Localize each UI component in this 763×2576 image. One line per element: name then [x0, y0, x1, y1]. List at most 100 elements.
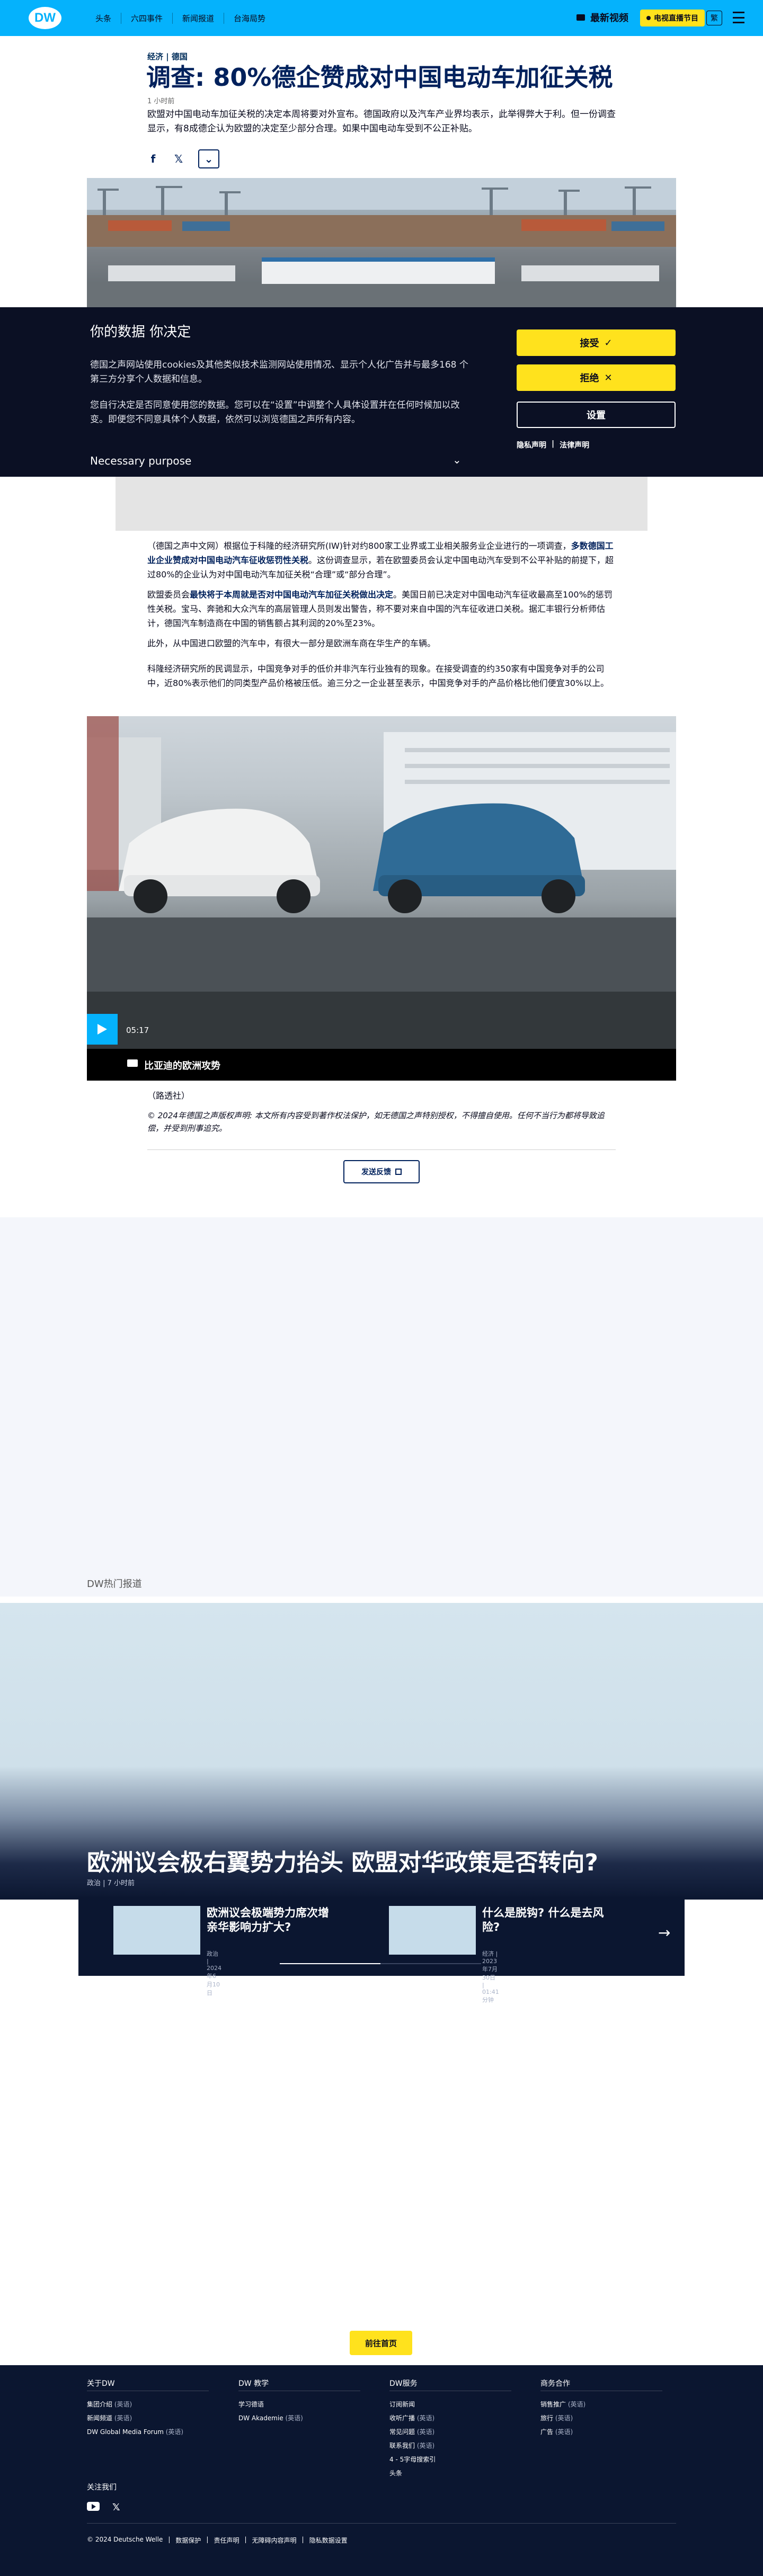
language-button[interactable]: 繁 [706, 11, 722, 25]
footer-link[interactable]: DW Global Media Forum (英语) [87, 2427, 209, 2436]
external-link-icon [395, 1169, 402, 1175]
youtube-icon[interactable] [87, 2502, 100, 2511]
follow-us-label: 关注我们 [87, 2483, 117, 2492]
check-icon: ✓ [604, 337, 613, 349]
body-paragraph-4: 科隆经济研究所的民调显示，中国竞争对手的低价并非汽车行业独有的现象。在接受调查的… [147, 664, 609, 688]
live-tv-label: 电视直播节目 [654, 14, 698, 23]
carousel-thumbnail [389, 1906, 476, 1955]
feedback-button[interactable]: 发送反馈 [343, 1160, 420, 1183]
privacy-settings-link[interactable]: 隐私数据设置 [309, 2536, 348, 2545]
hero-image [87, 178, 676, 310]
carousel-item-title: 欧洲议会极端势力席次增 亲华影响力扩大? [207, 1906, 329, 1934]
home-button[interactable]: 前往首页 [350, 2331, 412, 2355]
live-tv-button[interactable]: 电视直播节目 [640, 10, 705, 26]
footer-column-learn: DW 教学 学习德语 DW Akademie (英语) [238, 2378, 360, 2427]
carousel-item-meta: 政治 | 2024年6月10日 [207, 1950, 221, 1996]
live-dot-icon [646, 16, 651, 20]
footer-column-services: DW服务 订阅新闻 收听广播 (英语) 常见问题 (英语) 联系我们 (英语) … [389, 2378, 511, 2482]
footer-link[interactable]: 销售推广 (英语) [540, 2400, 662, 2409]
video-caption-bar: 比亚迪的欧洲攻势 [87, 1049, 676, 1081]
latest-video-link[interactable]: 最新视频 [576, 11, 628, 24]
cookie-consent-banner: 你的数据 你决定 德国之声网站使用cookies及其他类似技术监测网站使用情况、… [0, 307, 763, 477]
necessary-purpose-toggle[interactable]: Necessary purpose [90, 454, 466, 467]
nav-item-news[interactable]: 新闻报道 [172, 13, 214, 24]
footer-link[interactable]: 常见问题 (英语) [389, 2427, 511, 2436]
footer-link[interactable]: 头条 [389, 2468, 511, 2477]
video-thumbnail [87, 716, 676, 1049]
footer-link[interactable]: 联系我们 (英语) [389, 2441, 511, 2450]
video-camera-icon [576, 14, 585, 21]
nav-item-june4[interactable]: 六四事件 [121, 13, 163, 24]
footer-link[interactable]: 收听广播 (英语) [389, 2413, 511, 2422]
body-paragraph-1: （德国之声中文网）根据位于科隆的经济研究所(IW)针对约800家工业界或工业相关… [147, 541, 614, 580]
privacy-link[interactable]: 数据保护 [175, 2536, 201, 2545]
consent-text-1: 德国之声网站使用cookies及其他类似技术监测网站使用情况、显示个人化广告并与… [90, 360, 468, 385]
site-footer: 关于DW 集团介绍 (英语) 新闻频道 (英语) DW Global Media… [0, 2365, 763, 2576]
feature-story-meta: 政治 | 7 小时前 [87, 1879, 135, 1887]
nav-item-headlines[interactable]: 头条 [95, 13, 111, 24]
footer-heading: DW服务 [389, 2378, 511, 2391]
article-timestamp: 1 小时前 [147, 97, 175, 105]
divider [147, 1149, 616, 1150]
footer-column-business: 商务合作 销售推广 (英语) 旅行 (英语) 广告 (英语) [540, 2378, 662, 2441]
x-icon[interactable]: 𝕏 [173, 153, 184, 165]
footer-link[interactable]: DW Akademie (英语) [238, 2413, 360, 2422]
footer-legal-links: © 2024 Deutsche Welle | 数据保护 | 责任声明 | 无障碍内容… [87, 2536, 348, 2545]
footer-heading: 关于DW [87, 2378, 209, 2391]
article-kicker[interactable]: 经济 | 德国 [147, 51, 188, 62]
feedback-label: 发送反馈 [361, 1168, 391, 1176]
body-paragraph-3: 此外，从中国进口欧盟的汽车中，有很大一部分是欧洲车商在华生产的车辆。 [147, 638, 436, 648]
hamburger-menu-icon[interactable] [733, 12, 744, 23]
arrow-right-icon[interactable]: → [658, 1924, 670, 1941]
x-icon[interactable]: 𝕏 [112, 2502, 120, 2513]
trending-heading: DW热门报道 [87, 1579, 142, 1590]
article-title: 调查: 80%德企赞成对中国电动车加征关税 [146, 63, 613, 92]
chevron-down-icon[interactable]: ⌄ [198, 149, 219, 168]
footer-link[interactable]: 4 - 5字母搜索引 [389, 2455, 511, 2464]
footer-heading: 商务合作 [540, 2378, 662, 2391]
video-camera-icon [127, 1059, 138, 1067]
settings-button[interactable]: 设置 [517, 402, 676, 428]
carousel-thumbnail [113, 1906, 200, 1955]
top-navigation: 头条 六四事件 新闻报道 台海局势 [95, 13, 265, 24]
chevron-down-icon[interactable]: ⌄ [453, 453, 462, 466]
close-icon: ✕ [604, 372, 613, 384]
footer-link[interactable]: 订阅新闻 [389, 2400, 511, 2409]
accept-label: 接受 [580, 338, 599, 349]
consent-links: 隐私声明 | 法律声明 [517, 440, 590, 450]
play-button[interactable] [87, 1014, 118, 1045]
video-caption: 比亚迪的欧洲攻势 [144, 1060, 220, 1072]
carousel-item-title: 什么是脱钩? 什么是去风险? [482, 1906, 604, 1934]
nav-item-taiwan[interactable]: 台海局势 [224, 13, 265, 24]
site-header: DW 头条 六四事件 新闻报道 台海局势 最新视频 电视直播节目 繁 [0, 0, 763, 36]
article-byline: （路透社） [147, 1091, 190, 1101]
inline-link-decision[interactable]: 最快将于本周就是否对中国电动汽车加征关税做出决定 [190, 590, 393, 600]
footer-heading: DW 教学 [238, 2378, 360, 2391]
accessibility-link[interactable]: 无障碍内容声明 [252, 2536, 297, 2545]
copyright-text: © 2024 Deutsche Welle [87, 2536, 163, 2543]
social-links: 𝕏 [87, 2502, 120, 2513]
carousel-item-meta: 经济 | 2023年7月30日 | 01:41 分钟 [482, 1950, 499, 2003]
feature-story-title[interactable]: 欧洲议会极右翼势力抬头 欧盟对华政策是否转向? [87, 1843, 598, 1877]
video-duration: 05:17 [126, 1026, 149, 1035]
footer-link[interactable]: 学习德语 [238, 2400, 360, 2409]
disclaimer-link[interactable]: 责任声明 [214, 2536, 239, 2545]
footer-link[interactable]: 旅行 (英语) [540, 2413, 662, 2422]
dw-logo[interactable]: DW [29, 7, 61, 29]
footer-link[interactable]: 新闻频道 (英语) [87, 2413, 209, 2422]
play-icon [97, 1024, 107, 1035]
footer-link[interactable]: 集团介绍 (英语) [87, 2400, 209, 2409]
ad-placeholder [116, 477, 647, 531]
empty-section [0, 1217, 763, 1597]
footer-link[interactable]: 广告 (英语) [540, 2427, 662, 2436]
footer-column-about: 关于DW 集团介绍 (英语) 新闻频道 (英语) DW Global Media… [87, 2378, 209, 2441]
share-row: f 𝕏 ⌄ [147, 149, 219, 168]
reject-button[interactable]: 拒绝 ✕ [517, 364, 676, 391]
legal-link[interactable]: 法律声明 [560, 440, 589, 450]
accept-button[interactable]: 接受 ✓ [517, 329, 676, 356]
video-player[interactable]: 05:17 [87, 716, 676, 1049]
facebook-icon[interactable]: f [147, 153, 159, 165]
consent-text-2: 您自行决定是否同意使用您的数据。您可以在“设置”中调整个人具体设置并在任何时候加… [90, 400, 460, 425]
latest-video-label: 最新视频 [590, 13, 628, 24]
privacy-link[interactable]: 隐私声明 [517, 440, 546, 450]
